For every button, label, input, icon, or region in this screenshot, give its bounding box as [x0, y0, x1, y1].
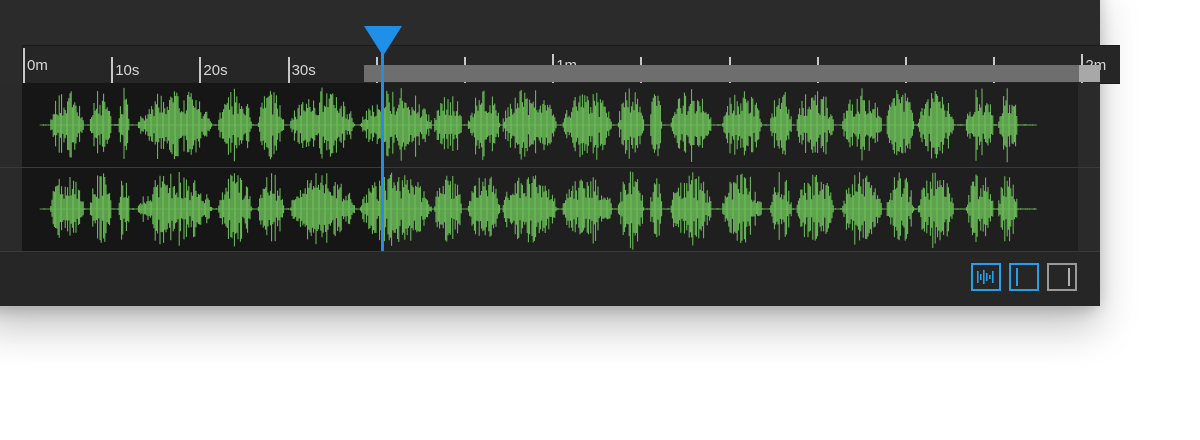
waveform-left-channel	[39, 87, 1037, 163]
ruler-tick-label: 30s	[291, 62, 316, 79]
ruler-tick-label: 0m	[27, 57, 48, 74]
ruler-tick	[23, 48, 25, 83]
overview-viewport-handle[interactable]	[1079, 65, 1100, 82]
playhead-handle-icon[interactable]	[364, 26, 402, 56]
left-edge-view-button[interactable]	[1009, 263, 1039, 291]
playhead-line[interactable]	[381, 26, 384, 251]
ruler-tick-label: 10s	[115, 62, 140, 79]
ruler-tick	[287, 57, 290, 83]
tracks-panel	[0, 83, 1100, 251]
ruler-tick	[199, 57, 202, 83]
waveform-right-channel	[39, 171, 1037, 250]
ruler-tick-label: 20s	[203, 62, 228, 79]
right-edge-view-button[interactable]	[1047, 263, 1077, 291]
waveform-view-icon	[977, 270, 994, 284]
ruler-tick	[111, 57, 114, 83]
left-edge-view-icon	[1016, 268, 1018, 286]
overview-scrollbar[interactable]	[364, 65, 1100, 82]
channel-divider	[0, 167, 1100, 168]
editor-footer	[0, 251, 1100, 306]
right-edge-view-icon	[1068, 268, 1070, 286]
waveform-view-button[interactable]	[971, 263, 1001, 291]
